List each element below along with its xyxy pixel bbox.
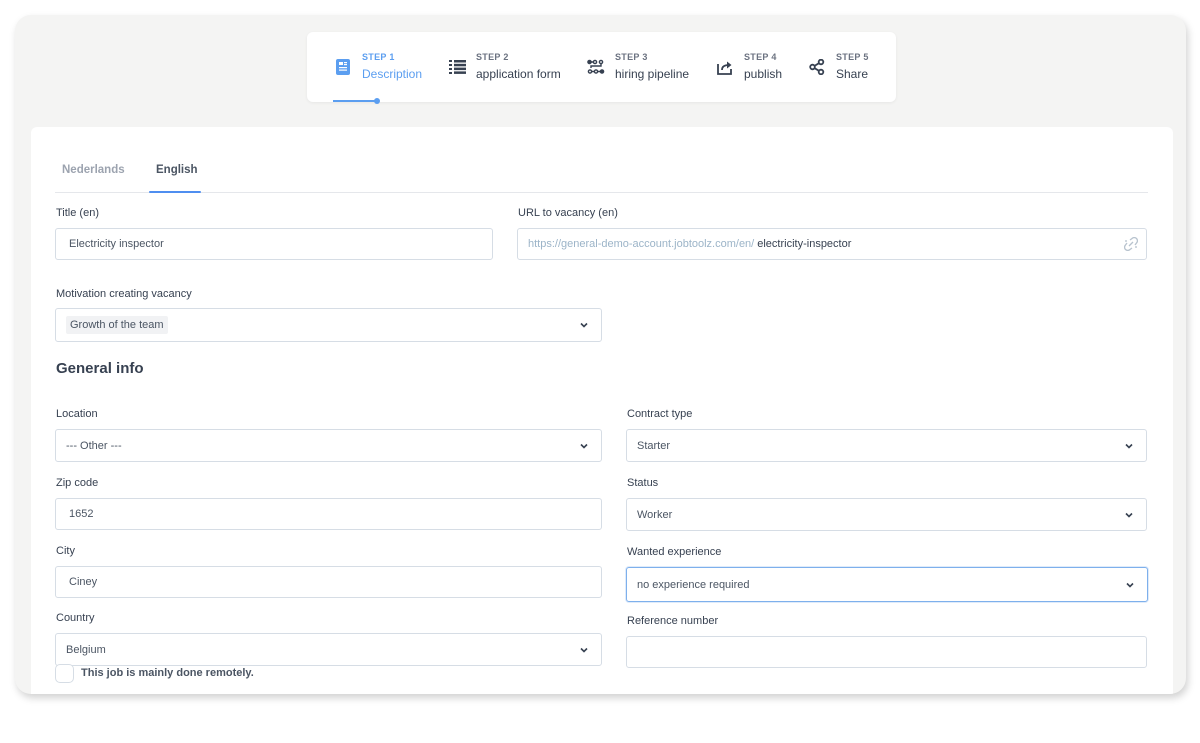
motivation-label: Motivation creating vacancy (56, 288, 192, 300)
status-select[interactable]: Worker (626, 498, 1147, 531)
location-value: --- Other --- (66, 439, 122, 452)
url-input[interactable]: https://general-demo-account.jobtoolz.co… (517, 228, 1147, 260)
contract-type-label: Contract type (627, 408, 693, 420)
reference-number-label: Reference number (627, 615, 719, 627)
remote-checkbox-label[interactable]: This job is mainly done remotely. (81, 667, 254, 679)
step-share[interactable]: STEP 5 Share (807, 51, 869, 82)
wanted-experience-label: Wanted experience (627, 546, 722, 558)
step-label: Share (836, 67, 869, 81)
zip-code-value: 1652 (69, 508, 94, 520)
pipeline-icon (586, 57, 606, 77)
title-input[interactable]: Electricity inspector (55, 228, 493, 260)
step-number: STEP 5 (836, 52, 869, 62)
wanted-experience-select[interactable]: no experience required (626, 567, 1148, 602)
chevron-down-icon (580, 647, 588, 653)
step-number: STEP 2 (476, 52, 509, 62)
step-publish[interactable]: STEP 4 publish (715, 51, 782, 82)
step-label: hiring pipeline (615, 67, 690, 81)
country-value: Belgium (66, 643, 106, 656)
tab-nederlands[interactable]: Nederlands (62, 164, 125, 176)
location-select[interactable]: --- Other --- (55, 429, 602, 462)
chevron-down-icon (580, 443, 588, 449)
city-input[interactable]: Ciney (55, 566, 602, 598)
reference-number-input[interactable] (626, 636, 1147, 668)
zip-code-label: Zip code (56, 477, 99, 489)
title-label: Title (en) (56, 207, 99, 219)
step-label: application form (476, 67, 561, 81)
url-slug: electricity-inspector (757, 238, 852, 250)
city-label: City (56, 545, 75, 557)
title-value: Electricity inspector (69, 238, 164, 250)
share-icon (807, 57, 827, 77)
step-application-form[interactable]: STEP 2 application form (447, 51, 561, 82)
url-prefix: https://general-demo-account.jobtoolz.co… (528, 238, 755, 250)
motivation-chip: Growth of the team (66, 316, 168, 334)
language-tabs: Nederlands English (55, 155, 1148, 193)
contract-type-value: Starter (637, 439, 671, 452)
chevron-down-icon (1125, 443, 1133, 449)
document-icon (333, 57, 353, 77)
step-hiring-pipeline[interactable]: STEP 3 hiring pipeline (586, 51, 689, 82)
app-frame: STEP 1 Description STEP 2 application fo… (15, 15, 1186, 694)
country-select[interactable]: Belgium (55, 633, 602, 666)
country-label: Country (56, 612, 95, 624)
unlink-icon[interactable] (1123, 236, 1139, 252)
vacancy-form-card: Nederlands English Title (en) Electricit… (31, 127, 1173, 694)
city-value: Ciney (69, 576, 98, 588)
chevron-down-icon (1125, 512, 1133, 518)
zip-code-input[interactable]: 1652 (55, 498, 602, 530)
general-info-heading: General info (56, 360, 144, 377)
contract-type-select[interactable]: Starter (626, 429, 1147, 462)
status-label: Status (627, 477, 659, 489)
step-number: STEP 4 (744, 52, 777, 62)
tab-english[interactable]: English (156, 164, 198, 176)
url-label: URL to vacancy (en) (518, 207, 618, 219)
step-description[interactable]: STEP 1 Description (333, 51, 422, 82)
motivation-select[interactable]: Growth of the team (55, 308, 602, 342)
step-label: publish (744, 67, 783, 81)
step-number: STEP 3 (615, 52, 648, 62)
active-tab-underline (149, 191, 201, 193)
wizard-stepper: STEP 1 Description STEP 2 application fo… (307, 32, 896, 103)
share-box-icon (715, 57, 735, 77)
wanted-experience-value: no experience required (637, 578, 750, 591)
step-number: STEP 1 (362, 52, 395, 62)
remote-checkbox[interactable] (55, 664, 74, 683)
chevron-down-icon (1126, 582, 1134, 588)
list-icon (447, 57, 467, 77)
chevron-down-icon (580, 322, 588, 328)
location-label: Location (56, 408, 98, 420)
step-label: Description (362, 67, 423, 81)
active-step-indicator (333, 98, 380, 103)
status-value: Worker (637, 508, 673, 521)
